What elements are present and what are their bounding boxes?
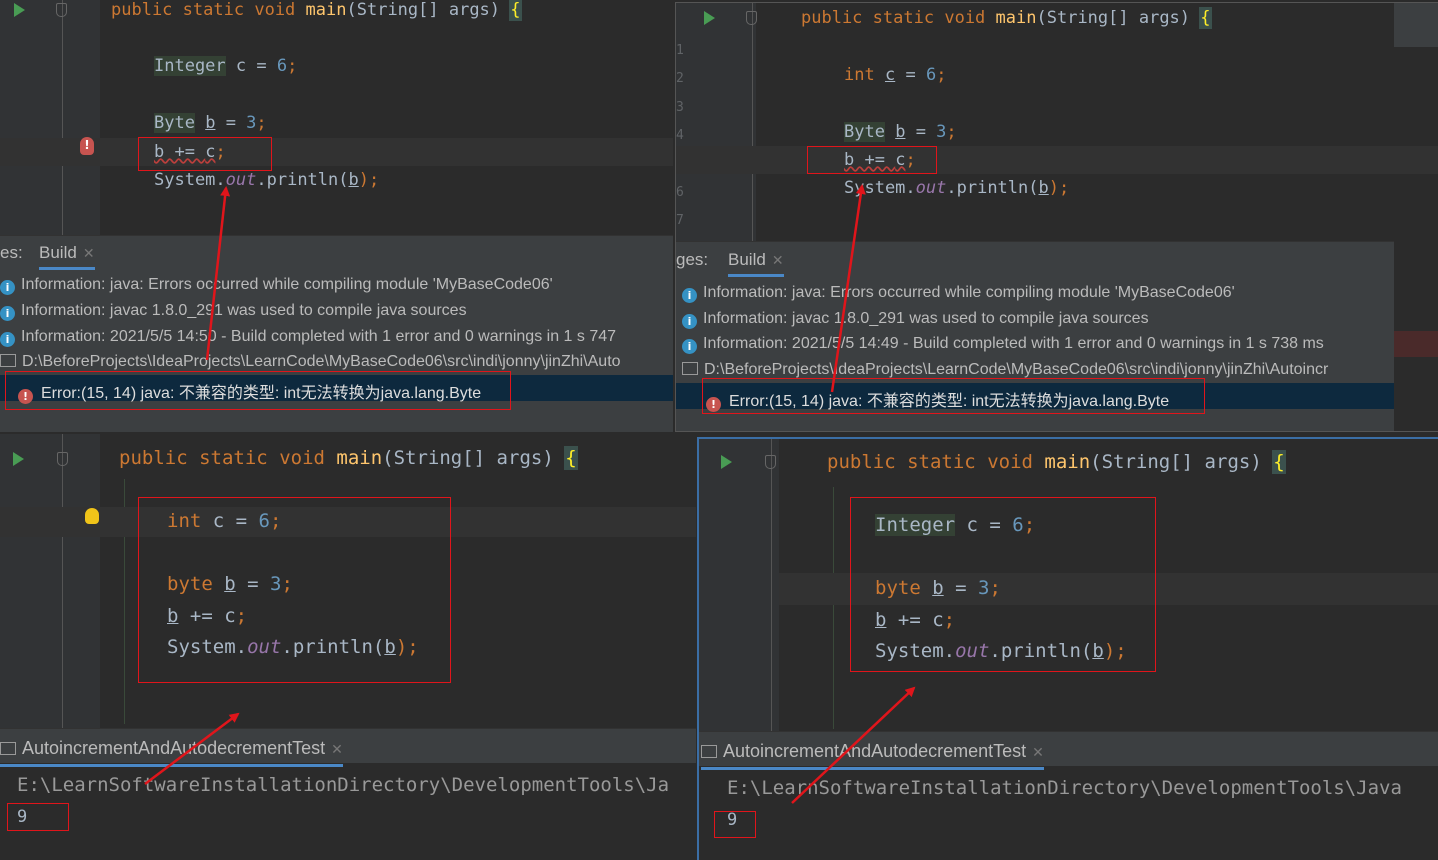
code-line-2: byte b = 3; [875, 577, 1001, 599]
console-output: 9 [727, 810, 738, 830]
bookmark-icon [56, 3, 67, 17]
console-command-line: E:\LearnSoftwareInstallationDirectory\De… [727, 777, 1402, 799]
method-signature: public static void main(String[] args) { [801, 7, 1212, 29]
code-line-2: byte b = 3; [167, 573, 293, 595]
method-signature: public static void main(String[] args) { [827, 450, 1286, 474]
bookmark-icon [746, 11, 757, 25]
line-numbers: 1 2 3 4 5 6 7 [676, 43, 684, 229]
console-icon [701, 745, 717, 758]
code-line-3: b += c; [844, 150, 916, 170]
console-icon [0, 742, 16, 755]
folder-icon [0, 354, 16, 367]
lightbulb-icon[interactable] [85, 508, 99, 524]
close-icon[interactable]: ✕ [1032, 744, 1044, 760]
editor-panel-top-right: 1 2 3 4 5 6 7 public static void main(St… [675, 2, 1438, 432]
run-tool-window: AutoincrementAndAutodecrementTest ✕ E:\Le… [0, 728, 696, 858]
run-tool-window: AutoincrementAndAutodecrementTest ✕ E:\Le… [699, 731, 1438, 860]
error-icon: ! [706, 397, 721, 412]
build-error-message[interactable]: ! Error:(15, 14) java: 不兼容的类型: int无法转换为ja… [706, 387, 1169, 412]
bookmark-icon [765, 455, 776, 469]
build-message[interactable]: i Information: java: Errors occurred whil… [0, 276, 553, 295]
build-file-path[interactable]: D:\BeforeProjects\IdeaProjects\LearnCode… [682, 361, 1328, 379]
close-icon[interactable]: ✕ [83, 245, 95, 261]
console-output: 9 [17, 807, 28, 827]
info-icon: i [682, 339, 697, 354]
code-line-3: b += c; [154, 142, 226, 162]
code-line-3: b += c; [875, 609, 956, 631]
tab-run-config[interactable]: AutoincrementAndAutodecrementTest ✕ [701, 741, 1044, 770]
code-line-2: Byte b = 3; [844, 122, 957, 142]
build-message[interactable]: i Information: 2021/5/5 14:50 - Build com… [0, 328, 616, 347]
build-message[interactable]: i Information: javac 1.8.0_291 was used t… [0, 302, 467, 321]
build-error-message[interactable]: ! Error:(15, 14) java: 不兼容的类型: int无法转换为ja… [18, 379, 481, 404]
code-line-3: b += c; [167, 605, 248, 627]
info-icon: i [0, 332, 15, 347]
build-message[interactable]: i Information: javac 1.8.0_291 was used t… [682, 310, 1149, 329]
method-signature: public static void main(String[] args) { [119, 446, 578, 470]
close-icon[interactable]: ✕ [331, 741, 343, 757]
code-line-2: Byte b = 3; [154, 113, 267, 133]
info-icon: i [0, 306, 15, 321]
build-tool-window: ges: Build ✕ i Information: java: Errors o… [676, 241, 1394, 431]
build-message[interactable]: i Information: 2021/5/5 14:49 - Build com… [682, 335, 1324, 354]
tab-run-config[interactable]: AutoincrementAndAutodecrementTest ✕ [0, 738, 343, 767]
console-command-line: E:\LearnSoftwareInstallationDirectory\De… [17, 774, 670, 796]
error-bulb-icon[interactable]: ! [80, 137, 94, 155]
build-message[interactable]: i Information: java: Errors occurred whil… [682, 284, 1235, 303]
info-icon: i [0, 280, 15, 295]
code-line-1: int c = 6; [844, 65, 947, 85]
folder-icon [682, 362, 698, 375]
editor-panel-top-left: ! public static void main(String[] args)… [0, 0, 673, 432]
build-tool-window: es: Build ✕ i Information: java: Errors oc… [0, 235, 673, 432]
error-icon: ! [18, 389, 33, 404]
code-line-4: System.out.println(b); [167, 636, 419, 658]
bookmark-icon [57, 452, 68, 466]
close-icon[interactable]: ✕ [772, 252, 784, 268]
info-icon: i [682, 314, 697, 329]
code-line-4: System.out.println(b); [875, 640, 1127, 662]
run-gutter-icon[interactable] [721, 455, 732, 469]
info-icon: i [682, 288, 697, 303]
editor-panel-bottom-left: public static void main(String[] args) {… [0, 434, 696, 858]
messages-label: es: [0, 243, 23, 262]
tab-build[interactable]: Build ✕ [728, 250, 784, 277]
code-line-1: Integer c = 6; [875, 514, 1036, 536]
code-line-4: System.out.println(b); [154, 170, 380, 190]
method-signature: public static void main(String[] args) { [111, 0, 522, 21]
editor-panel-bottom-right: public static void main(String[] args) {… [697, 437, 1438, 860]
tab-build[interactable]: Build ✕ [39, 243, 95, 270]
code-line-1: Integer c = 6; [154, 56, 298, 76]
run-gutter-icon[interactable] [14, 3, 25, 17]
build-file-path[interactable]: D:\BeforeProjects\IdeaProjects\LearnCode… [0, 353, 621, 371]
run-gutter-icon[interactable] [13, 452, 24, 466]
messages-label: ges: [676, 250, 709, 269]
code-line-4: System.out.println(b); [844, 178, 1070, 198]
run-gutter-icon[interactable] [704, 11, 715, 25]
code-line-1: int c = 6; [167, 510, 282, 532]
